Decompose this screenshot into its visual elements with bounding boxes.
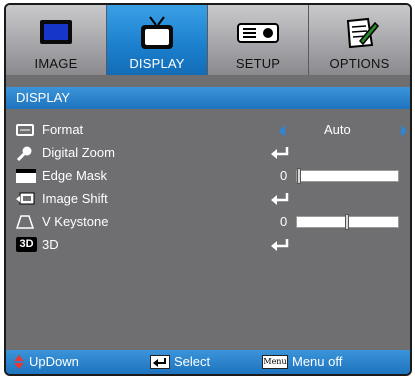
footer-updown: UpDown: [14, 354, 79, 369]
tab-label: SETUP: [235, 56, 281, 71]
tab-display[interactable]: DISPLAY: [107, 5, 208, 75]
footer-menu: Menu Menu off: [262, 354, 342, 369]
updown-icon: [14, 354, 25, 369]
magnifier-icon: [16, 145, 34, 162]
edge-mask-value: 0: [280, 168, 288, 183]
row-format[interactable]: Format Auto: [6, 119, 410, 141]
footer-select: Select: [150, 354, 210, 369]
footer-select-label: Select: [174, 354, 211, 369]
v-keystone-slider[interactable]: [296, 214, 399, 230]
format-value: Auto: [324, 122, 351, 137]
format-icon: [16, 122, 34, 138]
v-keystone-value: 0: [280, 214, 288, 229]
row-image-shift[interactable]: Image Shift: [6, 188, 410, 210]
footer-updown-label: UpDown: [29, 354, 79, 369]
tab-label: OPTIONS: [329, 56, 390, 71]
right-arrow-icon[interactable]: [401, 125, 407, 137]
slider-thumb[interactable]: [297, 168, 301, 184]
row-label: Image Shift: [42, 191, 108, 206]
row-3d[interactable]: 3D 3D: [6, 234, 410, 256]
slider-thumb[interactable]: [345, 214, 349, 230]
section-header: DISPLAY: [6, 87, 410, 109]
tab-options[interactable]: OPTIONS: [309, 5, 410, 75]
projector-icon: [208, 11, 308, 55]
monitor-icon: [6, 11, 106, 55]
tab-image[interactable]: IMAGE: [6, 5, 107, 75]
menu-tabs: IMAGE DISPLAY SETUP OPTIONS: [6, 5, 410, 75]
row-label: 3D: [42, 237, 59, 252]
enter-icon[interactable]: [270, 146, 290, 160]
row-label: Format: [42, 122, 84, 137]
footer-bar: UpDown Select Menu Menu off: [6, 350, 410, 374]
left-arrow-icon[interactable]: [279, 125, 285, 137]
tab-label: DISPLAY: [129, 56, 185, 71]
row-digital-zoom[interactable]: Digital Zoom: [6, 142, 410, 164]
keystone-icon: [15, 214, 35, 230]
row-label: Digital Zoom: [42, 145, 115, 160]
menu-key-icon: Menu: [262, 354, 288, 369]
image-shift-icon: [16, 191, 35, 207]
tv-icon: [107, 11, 207, 55]
tab-label: IMAGE: [34, 56, 78, 71]
row-label: V Keystone: [42, 214, 109, 229]
enter-icon[interactable]: [270, 192, 290, 206]
enter-icon[interactable]: [270, 238, 290, 252]
tab-setup[interactable]: SETUP: [208, 5, 309, 75]
osd-menu: IMAGE DISPLAY SETUP OPTIONS DISPLAY Form…: [4, 3, 412, 376]
footer-menu-label: Menu off: [292, 354, 343, 369]
enter-key-icon: [150, 354, 170, 369]
row-edge-mask[interactable]: Edge Mask 0: [6, 165, 410, 187]
section-title: DISPLAY: [16, 90, 70, 105]
notepad-pen-icon: [309, 11, 410, 55]
edge-mask-slider[interactable]: [296, 168, 399, 184]
3d-icon: 3D: [16, 237, 37, 252]
row-v-keystone[interactable]: V Keystone 0: [6, 211, 410, 233]
edge-mask-icon: [16, 168, 36, 184]
row-label: Edge Mask: [42, 168, 108, 183]
